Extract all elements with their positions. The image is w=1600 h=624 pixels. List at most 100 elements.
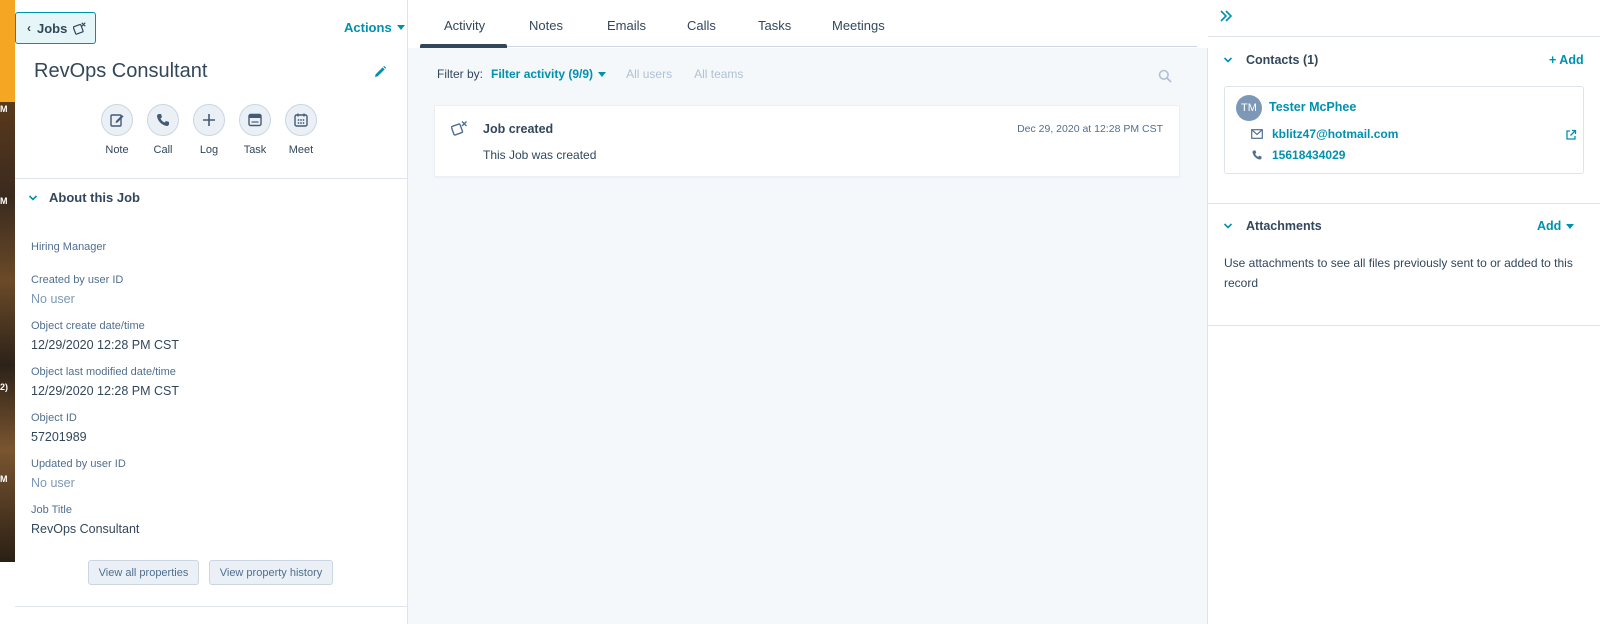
phone-icon xyxy=(157,114,169,126)
filter-label: Filter by: xyxy=(437,67,484,81)
property-hiring-manager[interactable]: Hiring Manager xyxy=(31,241,106,259)
add-contact-button[interactable]: + Add xyxy=(1549,53,1584,67)
event-body: This Job was created xyxy=(483,148,597,162)
quick-action-label: Meet xyxy=(288,144,314,156)
external-link-icon[interactable] xyxy=(1565,129,1577,141)
quick-action-label: Log xyxy=(199,144,219,156)
property-modified-date[interactable]: Object last modified date/time 12/29/202… xyxy=(31,366,179,398)
tab-meetings[interactable]: Meetings xyxy=(832,18,885,33)
phone-icon xyxy=(1252,150,1262,160)
calendar-icon xyxy=(294,113,308,127)
actions-dropdown[interactable]: Actions xyxy=(344,20,405,35)
view-all-properties-button[interactable]: View all properties xyxy=(88,560,199,585)
double-chevron-right-icon[interactable] xyxy=(1218,8,1234,24)
background-text-fragment: M xyxy=(0,196,8,206)
tab-notes[interactable]: Notes xyxy=(529,18,563,33)
property-label: Object ID xyxy=(31,412,77,424)
attachments-section-toggle[interactable]: Attachments xyxy=(1222,219,1322,233)
actions-label: Actions xyxy=(344,20,392,35)
contacts-section-title: Contacts (1) xyxy=(1246,53,1319,67)
chevron-down-icon xyxy=(1223,223,1233,229)
property-value: 57201989 xyxy=(31,430,87,444)
property-label: Object last modified date/time xyxy=(31,366,176,378)
add-attachment-dropdown[interactable]: Add xyxy=(1537,219,1575,233)
section-divider xyxy=(1208,203,1600,204)
property-label: Job Title xyxy=(31,504,72,516)
note-icon xyxy=(110,114,124,127)
property-label: Updated by user ID xyxy=(31,458,126,470)
search-icon[interactable] xyxy=(1158,69,1172,83)
property-created-by[interactable]: Created by user ID No user xyxy=(31,274,123,306)
attachments-empty-text: Use attachments to see all files previou… xyxy=(1224,256,1573,290)
section-divider xyxy=(1208,325,1600,326)
caret-down-icon xyxy=(598,71,607,77)
quick-action-call[interactable]: Call xyxy=(147,104,179,156)
back-to-jobs-button[interactable]: ‹ Jobs xyxy=(15,12,96,44)
chevron-down-icon xyxy=(1223,57,1233,63)
property-job-title[interactable]: Job Title RevOps Consultant xyxy=(31,504,139,536)
associations-sidebar: Contacts (1) + Add TM Tester McPhee kbli… xyxy=(1208,0,1600,624)
view-property-history-button[interactable]: View property history xyxy=(209,560,333,585)
filter-activity-dropdown[interactable]: Filter activity (9/9) xyxy=(491,67,607,81)
back-button-label: Jobs xyxy=(37,20,68,36)
chevron-left-icon: ‹ xyxy=(27,21,31,35)
background-text-fragment: 2) xyxy=(0,382,9,392)
tab-activity[interactable]: Activity xyxy=(444,18,485,33)
quick-action-log[interactable]: Log xyxy=(193,104,225,156)
contacts-section-toggle[interactable]: Contacts (1) xyxy=(1222,53,1318,67)
attachments-section-title: Attachments xyxy=(1246,219,1322,233)
about-section-toggle[interactable]: About this Job xyxy=(27,190,140,205)
section-divider xyxy=(15,178,408,179)
tab-calls[interactable]: Calls xyxy=(687,18,716,33)
quick-action-note[interactable]: Note xyxy=(101,104,133,156)
event-timestamp: Dec 29, 2020 at 12:28 PM CST xyxy=(1017,123,1163,135)
background-window-orange-region xyxy=(0,0,15,102)
avatar: TM xyxy=(1236,95,1262,121)
meet-button[interactable] xyxy=(285,104,317,136)
property-value: 12/29/2020 12:28 PM CST xyxy=(31,384,180,398)
tab-emails[interactable]: Emails xyxy=(607,18,646,33)
property-value[interactable]: RevOps Consultant xyxy=(31,522,139,536)
task-button[interactable] xyxy=(239,104,271,136)
tabs-bar: Activity Notes Emails Calls Tasks Meetin… xyxy=(408,0,1208,48)
filter-row: Filter by: Filter activity (9/9) All use… xyxy=(437,67,743,81)
contact-phone-row[interactable]: 15618434029 xyxy=(1251,148,1345,162)
note-button[interactable] xyxy=(101,104,133,136)
task-icon xyxy=(248,113,262,127)
tab-tasks[interactable]: Tasks xyxy=(758,18,791,33)
quick-actions: Note Call Log Task Meet xyxy=(101,104,317,156)
quick-action-label: Call xyxy=(153,144,173,156)
property-object-id[interactable]: Object ID 57201989 xyxy=(31,412,87,444)
filter-activity-label: Filter activity (9/9) xyxy=(491,67,594,81)
background-text-fragment: M xyxy=(0,474,8,484)
property-updated-by[interactable]: Updated by user ID No user xyxy=(31,458,126,490)
about-section-title: About this Job xyxy=(49,190,140,205)
property-value: No user xyxy=(31,292,75,306)
caret-down-icon xyxy=(396,25,405,30)
property-create-date[interactable]: Object create date/time 12/29/2020 12:28… xyxy=(31,320,179,352)
add-attachment-label: Add xyxy=(1537,219,1562,233)
all-users-filter[interactable]: All users xyxy=(626,67,672,81)
activity-timeline-panel: Activity Notes Emails Calls Tasks Meetin… xyxy=(408,0,1208,624)
contact-name-link[interactable]: Tester McPhee xyxy=(1269,100,1356,114)
section-divider xyxy=(1208,36,1600,37)
background-text-fragment: M xyxy=(0,104,8,114)
active-tab-indicator xyxy=(420,44,507,48)
log-button[interactable] xyxy=(193,104,225,136)
contact-phone[interactable]: 15618434029 xyxy=(1272,148,1345,162)
quick-action-label: Task xyxy=(243,144,267,156)
section-divider xyxy=(15,606,408,607)
quick-action-meet[interactable]: Meet xyxy=(285,104,317,156)
timeline-event-card[interactable]: Job created Dec 29, 2020 at 12:28 PM CST… xyxy=(434,105,1180,177)
all-teams-filter[interactable]: All teams xyxy=(694,67,743,81)
quick-action-task[interactable]: Task xyxy=(239,104,271,156)
pencil-icon[interactable] xyxy=(373,65,387,79)
job-icon xyxy=(73,22,87,35)
contact-email-row[interactable]: kblitz47@hotmail.com xyxy=(1251,127,1398,141)
caret-down-icon xyxy=(1566,223,1575,229)
contact-email[interactable]: kblitz47@hotmail.com xyxy=(1272,127,1398,141)
plus-icon xyxy=(203,114,215,126)
call-button[interactable] xyxy=(147,104,179,136)
record-title: RevOps Consultant xyxy=(34,60,208,82)
job-icon xyxy=(451,121,467,136)
